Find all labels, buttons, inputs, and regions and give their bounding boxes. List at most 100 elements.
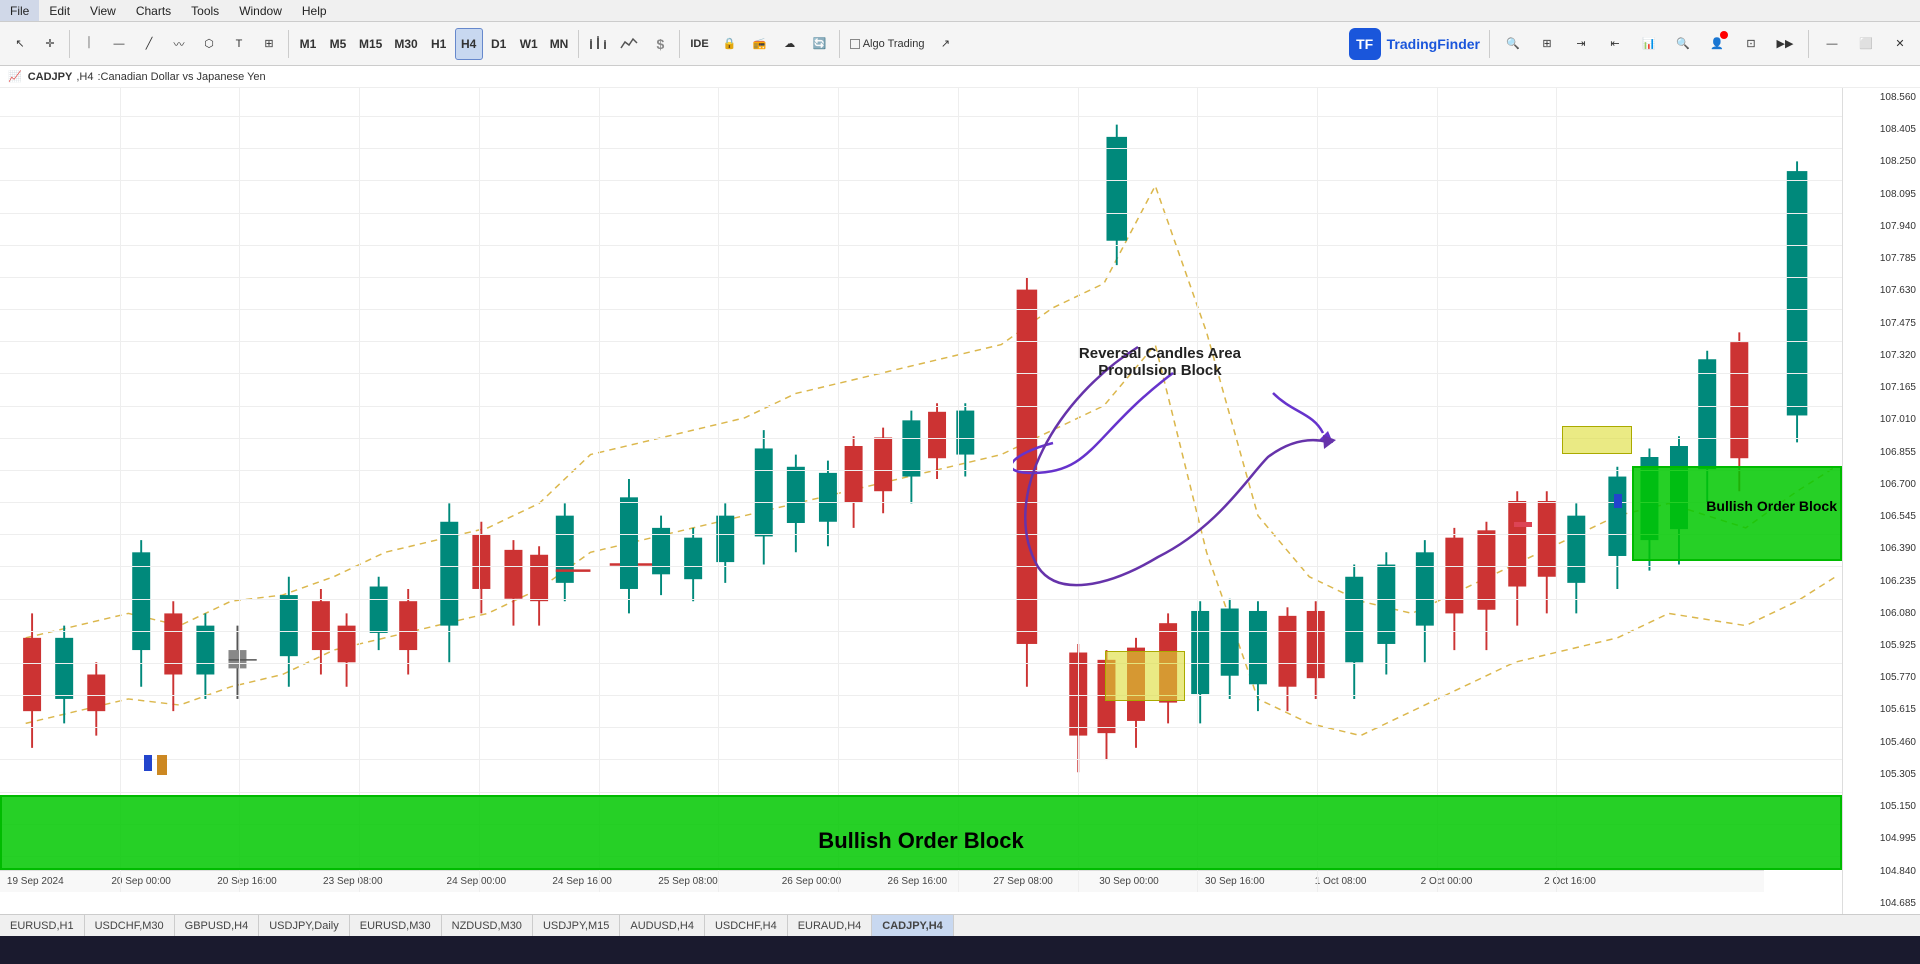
grid-h-8 [0, 341, 1842, 342]
lock-btn[interactable]: 🔒 [716, 28, 744, 60]
price-105925: 105.925 [1847, 640, 1916, 652]
grid-v-12 [1437, 88, 1438, 892]
menu-file[interactable]: File [0, 0, 39, 21]
grid-h-10 [0, 406, 1842, 407]
time-label-13: 2 Oct 00:00 [1421, 876, 1473, 887]
tab-usdchf-h4[interactable]: USDCHF,H4 [705, 915, 788, 936]
grid-btn[interactable]: ⊞ [1533, 28, 1561, 60]
tab-nzdusd-m30[interactable]: NZDUSD,M30 [442, 915, 533, 936]
shapes-tool[interactable]: ⬡ [195, 28, 223, 60]
tab-audusd-h4[interactable]: AUDUSD,H4 [620, 915, 705, 936]
grid-h-20 [0, 727, 1842, 728]
vline-tool[interactable]: ⏐ [75, 28, 103, 60]
chart-type-btn[interactable] [584, 28, 612, 60]
grid-h-1 [0, 116, 1842, 117]
grid-h-12 [0, 470, 1842, 471]
algo-trading-btn[interactable]: Algo Trading [845, 28, 930, 60]
radio-btn[interactable]: 📻 [746, 28, 774, 60]
hline-tool[interactable]: — [105, 28, 133, 60]
grid-h-18 [0, 663, 1842, 664]
toolbar: ↖ ✛ ⏐ — ╱ 〰 ⬡ T ⊞ M1 M5 M15 M30 H1 H4 D1… [0, 22, 1920, 66]
tf-w1[interactable]: W1 [515, 28, 543, 60]
crosshair-tool[interactable]: ✛ [36, 28, 64, 60]
price-axis: 108.560 108.405 108.250 108.095 107.940 … [1842, 88, 1920, 914]
small-blue-block-right [1614, 494, 1622, 508]
tab-cadjpy-h4[interactable]: CADJPY,H4 [872, 915, 954, 936]
menu-view[interactable]: View [80, 0, 126, 21]
chart-list-btn[interactable]: 📊 [1635, 28, 1663, 60]
cursor-tool[interactable]: ↖ [6, 28, 34, 60]
tf-d1[interactable]: D1 [485, 28, 513, 60]
small-blue-block-left [144, 755, 152, 771]
price-108250: 108.250 [1847, 156, 1916, 168]
time-label-6: 25 Sep 08:00 [658, 876, 718, 887]
tf-m1[interactable]: M1 [294, 28, 322, 60]
chart-header: 📈 CADJPY , H4 : Canadian Dollar vs Japan… [0, 66, 1920, 88]
win-minimize[interactable]: — [1818, 28, 1846, 60]
path-tool[interactable]: 〰 [165, 28, 193, 60]
time-label-11: 30 Sep 16:00 [1205, 876, 1265, 887]
tab-usdjpy-daily[interactable]: USDJPY,Daily [259, 915, 350, 936]
grid-v-4 [479, 88, 480, 892]
ide-btn[interactable]: IDE [685, 28, 713, 60]
tf-m30[interactable]: M30 [389, 28, 422, 60]
search-btn[interactable]: 🔍 [1669, 28, 1697, 60]
scroll-left-btn[interactable]: ⇤ [1601, 28, 1629, 60]
reversal-annotation: Reversal Candles Area Propulsion Block [1050, 345, 1270, 379]
tf-m15[interactable]: M15 [354, 28, 387, 60]
sync-btn[interactable]: 🔄 [806, 28, 834, 60]
grid-h-16 [0, 599, 1842, 600]
expert-btn[interactable]: ↗ [931, 28, 959, 60]
expand-btn[interactable]: ⊡ [1737, 28, 1765, 60]
price-104995: 104.995 [1847, 833, 1916, 845]
tf-m5[interactable]: M5 [324, 28, 352, 60]
grid-h-9 [0, 373, 1842, 374]
text-tool[interactable]: T [225, 28, 253, 60]
time-label-2: 20 Sep 16:00 [217, 876, 277, 887]
price-108405: 108.405 [1847, 124, 1916, 136]
price-107010: 107.010 [1847, 414, 1916, 426]
tf-mn[interactable]: MN [545, 28, 574, 60]
tf-h1[interactable]: H1 [425, 28, 453, 60]
time-label-0: 19 Sep 2024 [7, 876, 64, 887]
tab-usdchf-m30[interactable]: USDCHF,M30 [85, 915, 175, 936]
logo-text: TradingFinder [1387, 36, 1480, 52]
price-106545: 106.545 [1847, 511, 1916, 523]
fib-tool[interactable]: ⊞ [255, 28, 283, 60]
menu-charts[interactable]: Charts [126, 0, 181, 21]
candle-chart [0, 88, 1842, 870]
grid-v-1 [120, 88, 121, 892]
grid-v-3 [359, 88, 360, 892]
price-105770: 105.770 [1847, 672, 1916, 684]
tab-eurusd-h1[interactable]: EURUSD,H1 [0, 915, 85, 936]
sep2 [288, 30, 289, 58]
cloud-btn[interactable]: ☁ [776, 28, 804, 60]
sep7 [1808, 30, 1809, 58]
zoom-in-btn[interactable]: 🔍 [1499, 28, 1527, 60]
menu-help[interactable]: Help [292, 0, 337, 21]
tf-h4[interactable]: H4 [455, 28, 483, 60]
tab-gbpusd-h4[interactable]: GBPUSD,H4 [175, 915, 260, 936]
scroll-right-btn[interactable]: ⇥ [1567, 28, 1595, 60]
logo-area: TF TradingFinder 🔍 ⊞ ⇥ ⇤ 📊 🔍 👤 ⊡ ▶▶ — ⬜ … [1349, 28, 1914, 60]
menu-window[interactable]: Window [229, 0, 292, 21]
win-maximize[interactable]: ⬜ [1852, 28, 1880, 60]
dollar-btn[interactable]: $ [646, 28, 674, 60]
tab-eurusd-m30[interactable]: EURUSD,M30 [350, 915, 442, 936]
profile-btn[interactable]: 👤 [1703, 28, 1731, 60]
indicators-btn[interactable] [614, 28, 644, 60]
price-106855: 106.855 [1847, 447, 1916, 459]
price-108560: 108.560 [1847, 92, 1916, 104]
trend-tool[interactable]: ╱ [135, 28, 163, 60]
menu-bar: File Edit View Charts Tools Window Help [0, 0, 1920, 22]
yellow-block-upper [1562, 426, 1632, 454]
time-label-14: 2 Oct 16:00 [1544, 876, 1596, 887]
tab-euraud-h4[interactable]: EURAUD,H4 [788, 915, 873, 936]
menu-tools[interactable]: Tools [181, 0, 229, 21]
tab-usdjpy-m15[interactable]: USDJPY,M15 [533, 915, 620, 936]
menu-edit[interactable]: Edit [39, 0, 80, 21]
grid-v-13 [1556, 88, 1557, 892]
extra-btn[interactable]: ▶▶ [1771, 28, 1799, 60]
win-close[interactable]: ✕ [1886, 28, 1914, 60]
time-label-10: 30 Sep 00:00 [1099, 876, 1159, 887]
